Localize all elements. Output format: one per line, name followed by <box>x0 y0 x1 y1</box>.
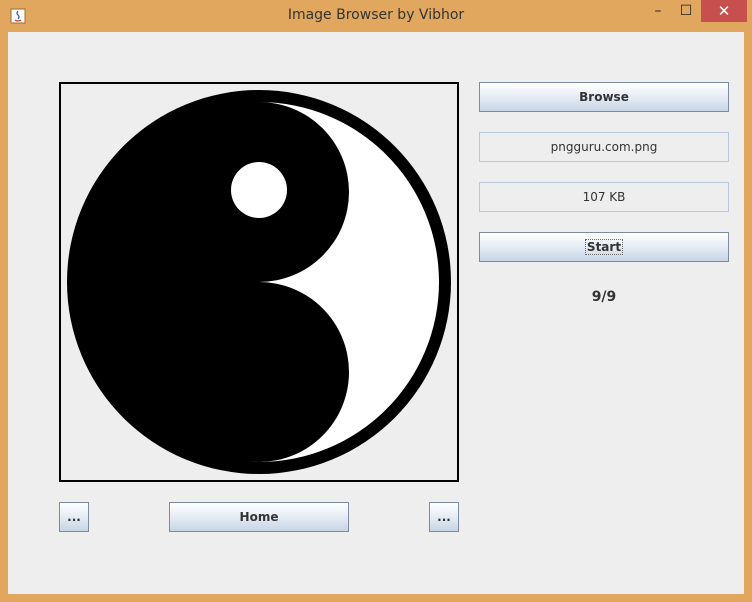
yin-yang-icon <box>67 90 451 474</box>
window-title: Image Browser by Vibhor <box>287 7 465 23</box>
next-button[interactable]: ... <box>429 502 459 532</box>
maximize-button[interactable]: ☐ <box>672 0 700 22</box>
image-counter: 9/9 <box>591 289 617 305</box>
filesize-field: 107 KB <box>479 182 729 212</box>
content-pane: Browse pngguru.com.png 107 KB Start 9/9 … <box>8 32 744 594</box>
minimize-button[interactable]: – <box>644 0 672 22</box>
home-button[interactable]: Home <box>169 502 349 532</box>
title-bar[interactable]: Image Browser by Vibhor – ☐ ✕ <box>0 0 752 32</box>
app-window: Image Browser by Vibhor – ☐ ✕ Browse png… <box>0 0 752 602</box>
filesize-text: 107 KB <box>582 190 626 204</box>
image-display <box>59 82 459 482</box>
browse-button[interactable]: Browse <box>479 82 729 112</box>
filename-text: pngguru.com.png <box>550 140 658 154</box>
start-button[interactable]: Start <box>479 232 729 262</box>
close-button[interactable]: ✕ <box>701 0 747 22</box>
start-button-label: Start <box>584 239 624 255</box>
filename-field: pngguru.com.png <box>479 132 729 162</box>
previous-button[interactable]: ... <box>59 502 89 532</box>
